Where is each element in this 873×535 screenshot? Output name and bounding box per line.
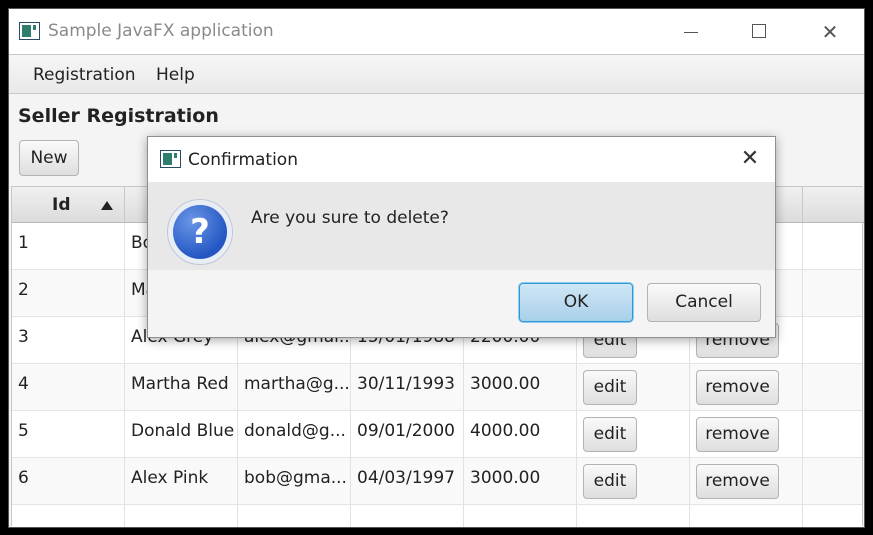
column-header[interactable]: [803, 187, 864, 223]
confirmation-dialog: Confirmation ✕ ? Are you sure to delete?…: [147, 136, 776, 338]
column-header-label: Id: [52, 195, 71, 215]
new-button[interactable]: New: [19, 140, 79, 176]
edit-button[interactable]: edit: [583, 417, 637, 452]
maximize-button[interactable]: [740, 17, 780, 47]
remove-button[interactable]: remove: [696, 370, 779, 405]
question-icon: ?: [167, 199, 233, 265]
dialog-title: Confirmation: [188, 150, 298, 170]
edit-button[interactable]: edit: [583, 464, 637, 499]
remove-button[interactable]: remove: [696, 417, 779, 452]
cell-id: 5: [12, 411, 125, 458]
cell-remove: remove: [690, 411, 803, 458]
cell-id: 3: [12, 317, 125, 364]
maximize-icon: [752, 24, 766, 38]
cell-email: bob@gma...: [238, 458, 351, 505]
menu-bar: Registration Help: [9, 54, 864, 94]
cell-name: Martha Red: [125, 364, 238, 411]
cell-empty: [577, 505, 690, 527]
cell-empty: [803, 411, 864, 458]
cell-empty: [803, 458, 864, 505]
cell-empty: [464, 505, 577, 527]
edit-button[interactable]: edit: [583, 370, 637, 405]
title-bar: Sample JavaFX application ✕: [9, 9, 864, 54]
column-header-id[interactable]: Id: [12, 187, 125, 223]
cell-edit: edit: [577, 458, 690, 505]
cell-name: Alex Pink: [125, 458, 238, 505]
cell-id: 4: [12, 364, 125, 411]
cell-id: 6: [12, 458, 125, 505]
close-icon: ✕: [740, 146, 760, 171]
dialog-close-button[interactable]: ✕: [735, 145, 765, 175]
minimize-button[interactable]: [671, 17, 711, 47]
cell-empty: [12, 505, 125, 527]
cell-empty: [125, 505, 238, 527]
table-row[interactable]: 5 Donald Blue donald@g... 09/01/2000 400…: [12, 411, 862, 458]
app-icon: [19, 22, 40, 40]
menu-registration[interactable]: Registration: [33, 65, 136, 85]
app-icon: [160, 150, 181, 168]
cell-empty: [803, 270, 864, 317]
cell-remove: remove: [690, 364, 803, 411]
cancel-button[interactable]: Cancel: [647, 283, 761, 322]
cell-salary: 3000.00: [464, 364, 577, 411]
cell-salary: 4000.00: [464, 411, 577, 458]
cell-id: 2: [12, 270, 125, 317]
menu-help[interactable]: Help: [156, 65, 195, 85]
cell-empty: [238, 505, 351, 527]
cell-empty: [803, 364, 864, 411]
table-row[interactable]: 4 Martha Red martha@g... 30/11/1993 3000…: [12, 364, 862, 411]
cell-empty: [690, 505, 803, 527]
dialog-message: Are you sure to delete?: [251, 208, 449, 228]
sort-ascending-icon: [101, 201, 113, 210]
close-button[interactable]: ✕: [810, 17, 850, 47]
remove-button[interactable]: remove: [696, 464, 779, 499]
cell-birth-date: 04/03/1997: [351, 458, 464, 505]
cell-email: donald@g...: [238, 411, 351, 458]
cell-empty: [803, 317, 864, 364]
minimize-icon: [684, 32, 698, 33]
page-title: Seller Registration: [18, 105, 219, 127]
cell-birth-date: 09/01/2000: [351, 411, 464, 458]
table-row[interactable]: 6 Alex Pink bob@gma... 04/03/1997 3000.0…: [12, 458, 862, 505]
cell-edit: edit: [577, 364, 690, 411]
cell-edit: edit: [577, 411, 690, 458]
ok-button[interactable]: OK: [519, 283, 633, 322]
cell-id: 1: [12, 223, 125, 270]
close-icon: ✕: [821, 20, 839, 44]
cell-empty: [803, 223, 864, 270]
cell-remove: remove: [690, 458, 803, 505]
cell-empty: [351, 505, 464, 527]
table-row: [12, 505, 862, 527]
cell-email: martha@g...: [238, 364, 351, 411]
dialog-title-bar: Confirmation ✕: [148, 137, 775, 182]
cell-name: Donald Blue: [125, 411, 238, 458]
cell-birth-date: 30/11/1993: [351, 364, 464, 411]
cell-salary: 3000.00: [464, 458, 577, 505]
window-title: Sample JavaFX application: [48, 21, 274, 41]
dialog-header: [148, 182, 775, 270]
